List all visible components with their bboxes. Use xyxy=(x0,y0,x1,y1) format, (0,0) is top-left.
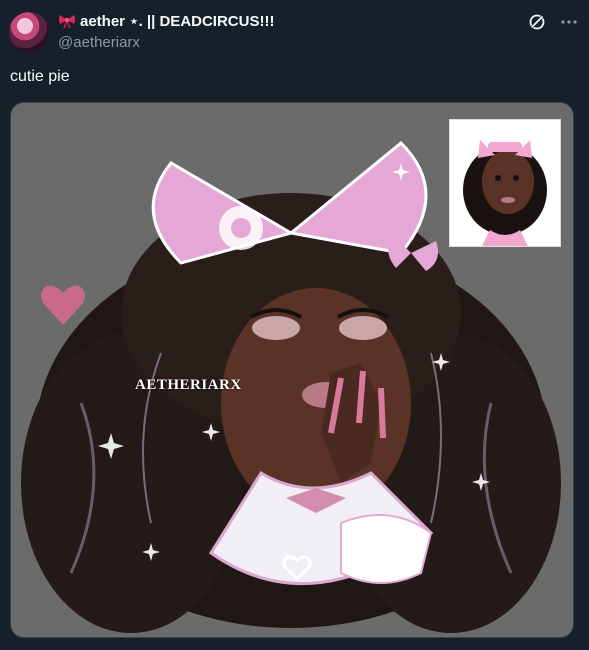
post-actions-top xyxy=(527,12,579,32)
reference-thumbnail xyxy=(449,119,561,247)
author-handle[interactable]: @aetheriarx xyxy=(58,34,140,51)
more-icon[interactable] xyxy=(559,12,579,32)
avatar[interactable] xyxy=(9,12,49,52)
watermark-text: AETHERIARX xyxy=(135,377,242,393)
author-name-row[interactable]: aether ⋆. || DEADCIRCUS!!! xyxy=(58,12,274,30)
bow-icon xyxy=(59,15,75,28)
post-media-image[interactable]: AETHERIARX xyxy=(10,102,574,638)
author-display-name[interactable]: aether ⋆. || DEADCIRCUS!!! xyxy=(80,12,274,30)
post-text: cutie pie xyxy=(10,68,70,85)
post-header: aether ⋆. || DEADCIRCUS!!! @aetheriarx xyxy=(9,10,579,54)
grok-icon[interactable] xyxy=(527,12,547,32)
